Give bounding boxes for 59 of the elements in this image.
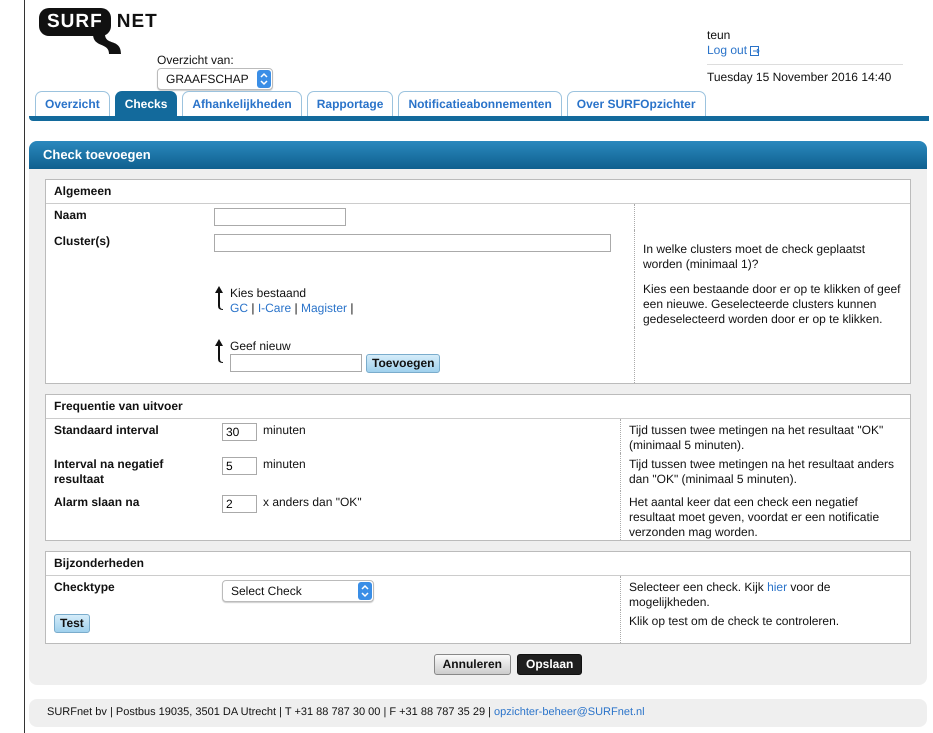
field-label: Interval na negatief resultaat (54, 457, 164, 486)
cluster-link[interactable]: I-Care (258, 301, 292, 316)
footer-text: SURFnet bv | Postbus 19035, 3501 DA Utrecht | T +31 88 787 30 00 | F +31 88 787 35 29 | opzichter-beheer@SURFnet.nl (47, 706, 645, 718)
help-text: Klik op test om de check te controleren. (629, 614, 840, 630)
chevron-icon (256, 70, 271, 88)
field-label: Standaard interval (54, 423, 159, 438)
site-dropdown[interactable]: GRAAFSCHAP (157, 68, 273, 90)
logout-link[interactable]: Log out (707, 43, 760, 57)
field-label: Checktype (54, 580, 115, 594)
section-title: Bijzonderheden (46, 552, 910, 576)
unit-text: minuten (263, 423, 306, 438)
test-button[interactable]: Test (54, 614, 90, 634)
tab[interactable]: Checks (114, 91, 178, 116)
help-text: Tijd tussen twee metingen na het resultaat anders dan "OK" (minimaal 5 minuten). (629, 457, 896, 488)
overview-label: Overzicht van: (157, 53, 235, 68)
unit-text: x anders dan "OK" (263, 495, 362, 510)
add-button[interactable]: Toevoegen (366, 354, 440, 374)
logo-text: NET (116, 10, 158, 34)
field-label: Cluster(s) (54, 234, 110, 248)
logout-icon (750, 46, 760, 56)
tab[interactable]: Notificatieabonnementen (398, 91, 562, 116)
help-text: Tijd tussen twee metingen na het resultaat "OK" (minimaal 5 minuten). (629, 423, 884, 454)
panel-title: Check toevoegen (29, 141, 927, 170)
separator-mark: | (251, 301, 254, 316)
number-field[interactable]: 5 (222, 457, 257, 476)
help-text: Selecteer een check. Kijk hier voor de mogelijkheden. (629, 580, 832, 610)
field-label: Alarm slaan na (54, 495, 140, 510)
save-button[interactable]: Opslaan (516, 654, 582, 676)
separator-mark: | (350, 301, 354, 316)
up-arrow-icon (214, 286, 224, 310)
tab[interactable]: Rapportage (306, 91, 394, 116)
text-field[interactable] (230, 354, 362, 372)
text-field[interactable] (214, 208, 346, 226)
tab[interactable]: Over SURFOpzichter (566, 91, 706, 116)
check-dropdown[interactable]: Select Check (222, 580, 374, 602)
cluster-link[interactable]: GC (230, 301, 248, 316)
subheading: Kies bestaand (230, 286, 308, 302)
date-time: Tuesday 15 November 2016 14:40 (707, 70, 892, 85)
subheading: Geef nieuw (230, 339, 292, 354)
cancel-button[interactable]: Annuleren (434, 654, 511, 676)
tab[interactable]: Overzicht (35, 91, 110, 116)
number-field[interactable]: 30 (222, 423, 257, 442)
help-text: In welke clusters moet de check geplaatst worden (minimaal 1)? (643, 242, 866, 272)
number-field[interactable]: 2 (222, 495, 257, 514)
section-title: Algemeen (46, 180, 910, 204)
user-name: teun (707, 28, 732, 43)
chevron-icon (358, 582, 372, 600)
help-text: Het aantal keer dat een check een negatief resultaat moet geven, voordat er een notificatie verzonden mag worden. (629, 495, 880, 540)
help-text: Kies een bestaande door er op te klikken of geef een nieuwe. Geselecteerde clusters kunnen gedeselecteerd worden door er op te klikken. (643, 282, 902, 328)
text-field[interactable] (214, 234, 611, 252)
email-link[interactable]: opzichter-beheer@SURFnet.nl (494, 706, 645, 718)
cluster-link[interactable]: Magister (300, 301, 347, 316)
section-title: Frequentie van uitvoer (46, 395, 910, 420)
field-label: Naam (54, 208, 87, 222)
tab[interactable]: Afhankelijkheden (182, 91, 302, 116)
up-arrow-icon (214, 339, 224, 364)
separator-mark: | (294, 301, 298, 316)
unit-text: minuten (263, 457, 306, 472)
help-link[interactable]: hier (767, 580, 788, 594)
